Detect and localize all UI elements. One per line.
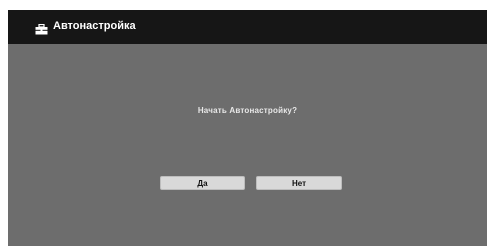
title-bar: Автонастройка — [8, 10, 487, 44]
confirmation-question: Начать Автонастройку? — [197, 106, 298, 115]
yes-button[interactable]: Да — [160, 176, 245, 190]
screen-title: Автонастройка — [53, 20, 136, 32]
toolbox-icon — [35, 22, 48, 35]
no-button[interactable]: Нет — [256, 176, 342, 190]
autosetup-screen: Автонастройка Начать Автонастройку? Да Н… — [8, 10, 487, 246]
